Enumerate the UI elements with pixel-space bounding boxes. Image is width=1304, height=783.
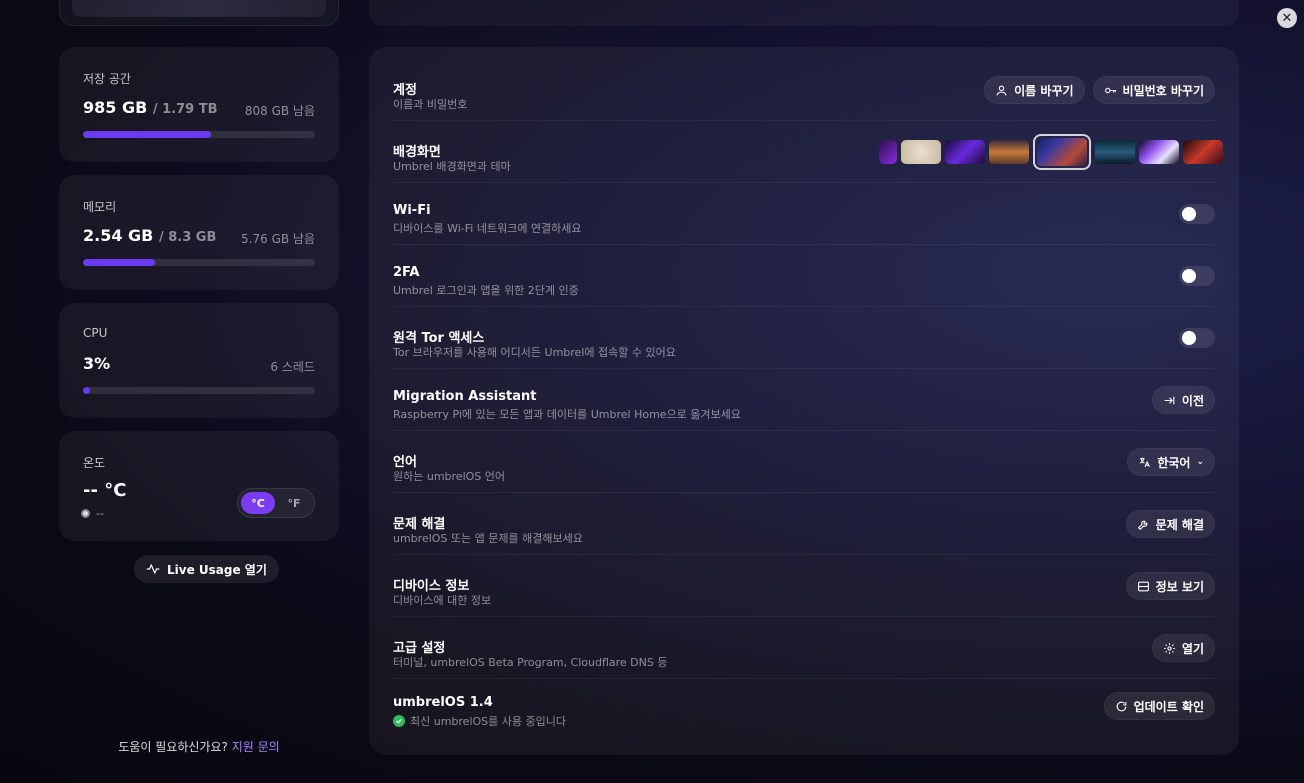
wallpaper-option[interactable] — [989, 140, 1029, 164]
check-circle-icon — [393, 715, 405, 727]
wallpaper-option[interactable] — [1139, 140, 1179, 164]
memory-progress-bar — [83, 259, 315, 266]
migrate-button[interactable]: 이전 — [1151, 386, 1215, 414]
memory-used: 2.54 GB / 8.3 GB — [83, 226, 217, 245]
close-icon[interactable]: ✕ — [1277, 8, 1297, 28]
cpu-progress-bar — [83, 387, 315, 394]
update-row: umbrelOS 1.4 최신 umbrelOS를 사용 중입니다 업데이트 확… — [369, 685, 1215, 747]
account-desc: 이름과 비밀번호 — [393, 98, 468, 111]
advanced-row: 고급 설정 터미널, umbrelOS Beta Program, Cloudf… — [369, 617, 1215, 679]
language-select[interactable]: 한국어 ⌄ — [1127, 448, 1215, 476]
migration-row: Migration Assistant Raspberry Pi에 있는 모든 … — [369, 369, 1215, 431]
device-info-desc: 디바이스에 대한 정보 — [393, 594, 492, 607]
wallpaper-option[interactable] — [1183, 140, 1223, 164]
user-icon — [996, 85, 1007, 95]
change-password-button[interactable]: 비밀번호 바꾸기 — [1092, 76, 1215, 104]
arrow-right-to-line-icon — [1164, 396, 1175, 404]
tor-row: 원격 Tor 액세스 Tor 브라우저를 사용해 어디서든 Umbrel에 접속… — [369, 307, 1215, 369]
wallpaper-option[interactable] — [879, 140, 897, 164]
activity-icon — [146, 564, 160, 574]
storage-progress-bar — [83, 131, 315, 138]
troubleshoot-row: 문제 해결 umbrelOS 또는 앱 문제를 해결해보세요 문제 해결 — [369, 493, 1215, 555]
device-info-button[interactable]: 정보 보기 — [1125, 572, 1215, 600]
wallpaper-preview — [72, 0, 326, 17]
storage-label: 저장 공간 — [83, 72, 131, 86]
support-link[interactable]: 지원 문의 — [232, 740, 280, 754]
storage-remaining: 808 GB 남음 — [244, 104, 315, 118]
temperature-unit-toggle[interactable]: °C °F — [237, 488, 315, 518]
status-dot-icon — [81, 509, 90, 518]
memory-remaining: 5.76 GB 남음 — [241, 232, 315, 246]
wallpaper-option-selected[interactable] — [1033, 134, 1091, 170]
unit-fahrenheit[interactable]: °F — [277, 492, 311, 514]
cpu-threads: 6 스레드 — [270, 360, 315, 374]
wrench-icon — [1137, 520, 1148, 530]
settings-panel: 계정 이름과 비밀번호 이름 바꾸기 비밀번호 바꾸기 배경화면 Umbrel … — [369, 47, 1239, 755]
temperature-card: 온도 -- °C -- °C °F — [59, 431, 339, 541]
chevron-down-icon: ⌄ — [1196, 457, 1204, 467]
language-row: 언어 원하는 umbrelOS 언어 한국어 ⌄ — [369, 431, 1215, 493]
wifi-desc: 디바이스를 Wi-Fi 네트워크에 연결하세요 — [393, 222, 582, 235]
wallpaper-picker — [879, 134, 1223, 170]
migration-title: Migration Assistant — [393, 389, 537, 404]
gear-icon — [1163, 642, 1175, 654]
update-title: umbrelOS 1.4 — [393, 695, 493, 710]
storage-used: 985 GB / 1.79 TB — [83, 98, 218, 117]
cpu-usage: 3% — [83, 354, 111, 373]
cpu-label: CPU — [83, 326, 108, 340]
temperature-label: 온도 — [83, 456, 106, 470]
tor-toggle[interactable] — [1179, 328, 1215, 348]
cpu-card: CPU 3% 6 스레드 — [59, 303, 339, 418]
temperature-status: -- — [81, 507, 104, 520]
troubleshoot-desc: umbrelOS 또는 앱 문제를 해결해보세요 — [393, 532, 583, 545]
wifi-title: Wi-Fi — [393, 203, 431, 218]
twofa-desc: Umbrel 로그인과 앱을 위한 2단계 인증 — [393, 284, 579, 297]
wallpaper-preview-card — [59, 0, 339, 26]
key-icon — [1104, 87, 1116, 93]
wifi-row: Wi-Fi 디바이스를 Wi-Fi 네트워크에 연결하세요 — [369, 183, 1215, 245]
twofa-toggle[interactable] — [1179, 266, 1215, 286]
wifi-toggle[interactable] — [1179, 204, 1215, 224]
server-icon — [1137, 581, 1149, 591]
translate-icon — [1140, 457, 1151, 467]
header-card — [369, 0, 1239, 26]
wallpaper-desc: Umbrel 배경화면과 테마 — [393, 160, 511, 173]
wallpaper-row: 배경화면 Umbrel 배경화면과 테마 — [369, 121, 1223, 183]
storage-card: 저장 공간 985 GB / 1.79 TB 808 GB 남음 — [59, 47, 339, 162]
unit-celsius[interactable]: °C — [241, 492, 275, 514]
advanced-desc: 터미널, umbrelOS Beta Program, Cloudflare D… — [393, 656, 668, 669]
advanced-open-button[interactable]: 열기 — [1151, 634, 1215, 662]
migration-desc: Raspberry Pi에 있는 모든 앱과 데이터를 Umbrel Home으… — [393, 408, 741, 421]
memory-label: 메모리 — [83, 200, 117, 214]
tor-desc: Tor 브라우저를 사용해 어디서든 Umbrel에 접속할 수 있어요 — [393, 346, 676, 359]
refresh-icon — [1116, 701, 1126, 711]
wallpaper-option[interactable] — [945, 140, 985, 164]
temperature-value: -- °C — [83, 480, 127, 501]
twofa-title: 2FA — [393, 265, 420, 280]
device-info-row: 디바이스 정보 디바이스에 대한 정보 정보 보기 — [369, 555, 1215, 617]
twofa-row: 2FA Umbrel 로그인과 앱을 위한 2단계 인증 — [369, 245, 1215, 307]
live-usage-button[interactable]: Live Usage 열기 — [134, 555, 279, 583]
wallpaper-option[interactable] — [901, 140, 941, 164]
account-row: 계정 이름과 비밀번호 이름 바꾸기 비밀번호 바꾸기 — [369, 59, 1215, 121]
language-desc: 원하는 umbrelOS 언어 — [393, 470, 506, 483]
help-text: 도움이 필요하신가요? 지원 문의 — [118, 740, 280, 754]
troubleshoot-button[interactable]: 문제 해결 — [1125, 510, 1215, 538]
wallpaper-option[interactable] — [1095, 140, 1135, 164]
check-update-button[interactable]: 업데이트 확인 — [1103, 692, 1215, 720]
memory-card: 메모리 2.54 GB / 8.3 GB 5.76 GB 남음 — [59, 175, 339, 290]
rename-button[interactable]: 이름 바꾸기 — [984, 76, 1085, 104]
update-desc: 최신 umbrelOS를 사용 중입니다 — [393, 713, 566, 729]
